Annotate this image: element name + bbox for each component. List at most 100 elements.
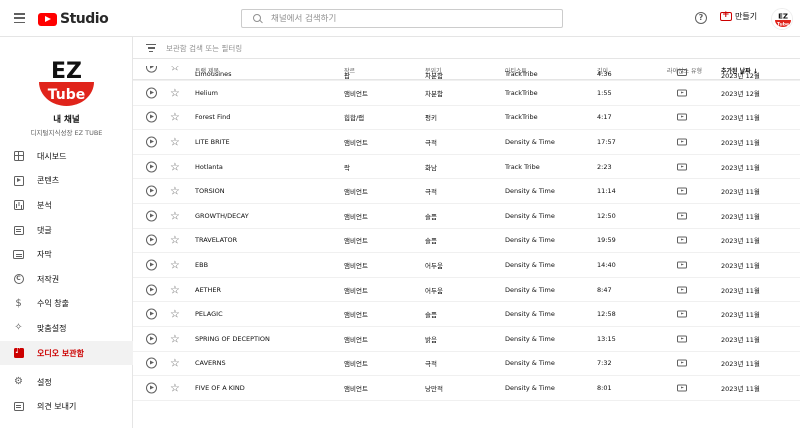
sidebar-item-dashboard[interactable]: 대시보드 [0, 144, 133, 169]
track-genre: 앰비언트 [344, 212, 368, 221]
sidebar-item-copyright[interactable]: C 저작권 [0, 267, 133, 292]
sidebar-item-subtitles[interactable]: 자막 [0, 242, 133, 267]
track-artist[interactable]: Density & Time [505, 286, 555, 294]
track-artist[interactable]: Density & Time [505, 212, 555, 220]
svg-text:EZ: EZ [778, 13, 788, 21]
track-artist[interactable]: Density & Time [505, 384, 555, 392]
play-icon[interactable] [146, 333, 157, 345]
dashboard-icon [13, 151, 24, 162]
track-duration: 2:23 [597, 162, 612, 171]
track-artist[interactable]: Density & Time [505, 335, 555, 343]
track-artist[interactable]: TrackTribe [505, 89, 538, 97]
help-icon[interactable]: ? [695, 12, 707, 24]
sidebar-item-feedback[interactable]: 의견 보내기 [0, 395, 133, 420]
filter-bar[interactable]: 보관함 검색 또는 필터링 [133, 37, 800, 59]
play-icon[interactable] [146, 382, 157, 394]
sidebar-bottom-nav: ⚙ 설정 의견 보내기 [0, 370, 133, 419]
youtube-logo-icon [38, 12, 57, 26]
play-icon[interactable] [146, 66, 157, 73]
track-artist[interactable]: TrackTribe [505, 113, 538, 121]
star-icon[interactable]: ☆ [170, 161, 180, 172]
sidebar-item-analytics[interactable]: 분석 [0, 193, 133, 218]
content-icon [13, 175, 24, 186]
play-icon[interactable] [146, 308, 157, 320]
track-title: FIVE OF A KIND [195, 383, 245, 392]
track-artist[interactable]: Density & Time [505, 236, 555, 244]
star-icon[interactable]: ☆ [170, 358, 180, 369]
play-icon[interactable] [146, 234, 157, 246]
track-duration: 12:58 [597, 310, 616, 319]
account-avatar[interactable]: EZ Tube [771, 8, 793, 30]
search-input[interactable] [271, 13, 551, 24]
track-duration: 8:01 [597, 383, 612, 392]
channel-avatar[interactable]: EZ Tube [36, 52, 97, 113]
copyright-icon: C [13, 274, 24, 285]
star-icon[interactable]: ☆ [170, 382, 180, 393]
star-icon[interactable]: ☆ [170, 309, 180, 320]
track-artist[interactable]: TrackTribe [505, 70, 538, 78]
star-icon[interactable]: ☆ [170, 235, 180, 246]
star-icon[interactable]: ☆ [170, 333, 180, 344]
play-icon[interactable] [146, 161, 157, 173]
track-date: 2023년 11월 [721, 188, 760, 197]
track-artist[interactable]: Density & Time [505, 310, 555, 318]
filter-input[interactable]: 보관함 검색 또는 필터링 [166, 43, 242, 54]
play-icon[interactable] [146, 284, 157, 296]
track-mood: 펑키 [425, 114, 437, 123]
play-icon[interactable] [146, 87, 157, 99]
track-mood: 낭만적 [425, 384, 443, 393]
track-genre: 앰비언트 [344, 360, 368, 369]
track-title: Hotlanta [195, 162, 223, 171]
sidebar-item-label: 자막 [37, 250, 52, 260]
table-row: ☆ FIVE OF A KIND 앰비언트 낭만적 Density & Time… [133, 376, 800, 401]
star-icon[interactable]: ☆ [170, 284, 180, 295]
table-row: ☆ Limousines 팝 차분함 TrackTribe 4:36 2023년… [133, 66, 800, 81]
track-mood: 극적 [425, 138, 437, 147]
table-row: ☆ Helium 앰비언트 차분함 TrackTribe 1:55 2023년 … [133, 81, 800, 106]
menu-icon[interactable] [14, 13, 25, 24]
track-genre: 앰비언트 [344, 188, 368, 197]
sidebar-item-label: 오디오 보관함 [37, 348, 84, 358]
play-icon[interactable] [146, 136, 157, 148]
sidebar-item-settings[interactable]: ⚙ 설정 [0, 370, 133, 395]
sidebar-item-audio-library[interactable]: 오디오 보관함 [0, 340, 133, 366]
star-icon[interactable]: ☆ [170, 186, 180, 197]
search-box[interactable] [241, 9, 563, 28]
track-artist[interactable]: Density & Time [505, 138, 555, 146]
track-artist[interactable]: Density & Time [505, 187, 555, 195]
play-icon[interactable] [146, 259, 157, 271]
star-icon[interactable]: ☆ [170, 87, 180, 98]
sidebar-item-comments[interactable]: 댓글 [0, 218, 133, 243]
ez-tube-logo: EZ Tube [39, 59, 94, 106]
settings-icon: ⚙ [14, 376, 23, 388]
sidebar-item-monetization[interactable]: $ 수익 창출 [0, 292, 133, 317]
license-youtube-icon [677, 187, 687, 195]
play-icon[interactable] [146, 210, 157, 222]
sidebar-item-customization[interactable]: ✧ 맞춤설정 [0, 316, 133, 341]
create-button[interactable]: 만들기 [720, 10, 757, 22]
play-icon[interactable] [146, 111, 157, 123]
license-youtube-icon [677, 89, 687, 97]
play-icon[interactable] [146, 357, 157, 369]
star-icon[interactable]: ☆ [170, 210, 180, 221]
license-youtube-icon [677, 138, 687, 146]
track-title: PELAGIC [195, 310, 223, 319]
star-icon[interactable]: ☆ [170, 112, 180, 123]
track-artist[interactable]: Density & Time [505, 359, 555, 367]
track-artist[interactable]: Density & Time [505, 261, 555, 269]
studio-logo[interactable]: Studio [38, 11, 109, 27]
filter-icon[interactable] [146, 44, 156, 52]
track-date: 2023년 12월 [721, 72, 760, 80]
track-genre: 락 [344, 163, 350, 172]
track-duration: 1:55 [597, 88, 612, 97]
star-icon[interactable]: ☆ [170, 136, 180, 147]
track-artist[interactable]: Track Tribe [505, 163, 540, 171]
table-row: ☆ SPRING OF DECEPTION 앰비언트 밝음 Density & … [133, 327, 800, 352]
scroll-fade [133, 422, 800, 428]
star-icon[interactable]: ☆ [170, 66, 180, 73]
star-icon[interactable]: ☆ [170, 259, 180, 270]
sidebar-item-content[interactable]: 콘텐츠 [0, 169, 133, 194]
play-icon[interactable] [146, 185, 157, 197]
track-genre: 앰비언트 [344, 138, 368, 147]
track-genre: 앰비언트 [344, 237, 368, 246]
